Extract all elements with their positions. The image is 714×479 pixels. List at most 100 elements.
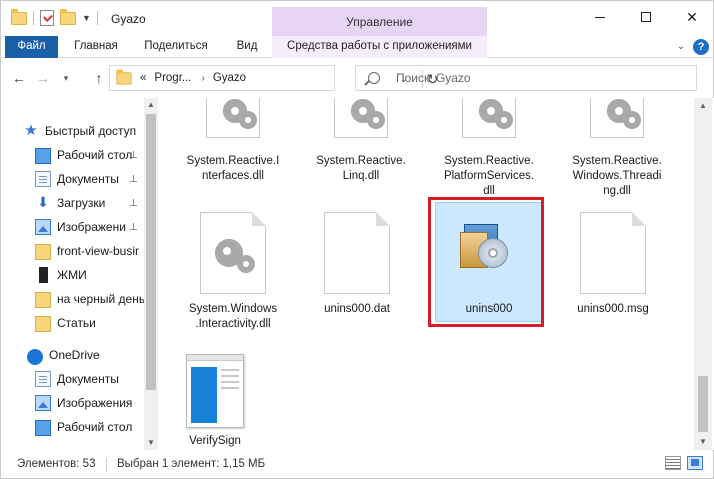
tab-home[interactable]: Главная [63, 36, 129, 58]
documents-icon [35, 371, 51, 387]
dll-gear-icon [334, 98, 388, 138]
tab-application-tools[interactable]: Средства работы с приложениями [272, 36, 487, 58]
toolbar-divider [96, 11, 98, 25]
sidebar-item-zhmi[interactable]: ЖМИ [35, 264, 87, 286]
desktop-icon [35, 420, 51, 436]
maximize-button[interactable] [623, 1, 669, 33]
pin-icon: ⊥ [129, 222, 138, 233]
sidebar-item-label: OneDrive [49, 348, 100, 362]
file-item[interactable]: unins000.msg [558, 206, 668, 336]
file-item[interactable]: VerifySign [160, 348, 270, 450]
sidebar-scrollbar[interactable]: ▲ ▼ [144, 98, 158, 450]
search-input[interactable] [396, 71, 656, 85]
sidebar-item-label: Быстрый доступ [45, 124, 137, 138]
file-item[interactable]: unins000.dat [302, 206, 412, 336]
recent-locations-button[interactable]: ▾ [56, 68, 76, 88]
search-box[interactable] [355, 65, 697, 91]
dll-gear-icon [200, 212, 266, 294]
new-folder-icon[interactable] [60, 8, 76, 25]
large-icons-view-icon[interactable] [687, 456, 703, 470]
documents-icon [35, 171, 51, 187]
sidebar-item-quick-access[interactable]: ★ Быстрый доступ [23, 120, 136, 142]
toolbar-divider [33, 11, 34, 25]
scroll-up-icon[interactable]: ▲ [694, 98, 712, 114]
pictures-icon [35, 395, 51, 411]
folder-icon [116, 68, 132, 85]
breadcrumb-separator[interactable]: › [201, 73, 204, 84]
sidebar-item-pictures[interactable]: Изображени [35, 216, 126, 238]
title-bar: ▼ Gyazo Управление ✕ [0, 0, 714, 37]
sidebar-item-onedrive-pictures[interactable]: Изображения [35, 392, 132, 414]
file-name: VerifySign [189, 435, 241, 447]
item-count: Элементов: 53 [17, 458, 96, 470]
scrollbar-thumb[interactable] [146, 114, 156, 390]
back-button[interactable]: ← [9, 68, 29, 88]
navigation-bar: ← → ▾ ↑ « Progr... › Gyazo ⌄ ↻ [0, 58, 714, 98]
file-item[interactable]: System.Reactive.I nterfaces.dll [178, 98, 288, 198]
file-name: unins000.msg [577, 303, 649, 315]
expand-ribbon-icon[interactable]: ⌄ [673, 39, 689, 55]
search-icon [368, 72, 380, 84]
sidebar-item-documents[interactable]: Документы [35, 168, 119, 190]
scrollbar-thumb[interactable] [698, 376, 708, 432]
file-name: System.Reactive. PlatformServices. dll [443, 155, 535, 197]
sidebar-item-label: Рабочий стол [57, 420, 133, 434]
sidebar-item-downloads[interactable]: ⬇ Загрузки [35, 192, 105, 214]
sidebar-item-front-view[interactable]: front-view-busir [35, 240, 139, 262]
minimize-icon [595, 16, 605, 18]
sidebar-item-label: Документы [57, 372, 119, 386]
folder-icon [11, 8, 27, 25]
ribbon-tabs: Файл Главная Поделиться Вид Средства раб… [0, 36, 714, 58]
tab-view[interactable]: Вид [227, 36, 267, 58]
sidebar-item-label: Изображения [57, 396, 133, 410]
sidebar-item-label: front-view-busir [57, 244, 140, 258]
maximize-icon [641, 12, 651, 22]
scroll-up-icon[interactable]: ▲ [144, 98, 158, 112]
help-icon[interactable]: ? [693, 39, 709, 55]
close-button[interactable]: ✕ [669, 1, 714, 33]
file-item[interactable]: System.Reactive. Windows.Threadi ng.dll [562, 98, 672, 198]
content-scrollbar[interactable]: ▲ ▼ [694, 98, 712, 450]
cloud-icon [27, 349, 43, 365]
forward-button[interactable]: → [33, 68, 53, 88]
scroll-down-icon[interactable]: ▼ [144, 436, 158, 450]
file-item[interactable]: System.Reactive. Linq.dll [306, 98, 416, 198]
breadcrumb-item[interactable]: Progr... [154, 72, 191, 84]
file-list: System.Reactive.I nterfaces.dll System.R… [158, 98, 694, 450]
sidebar-item-onedrive-desktop[interactable]: Рабочий стол [35, 416, 132, 438]
tab-file[interactable]: Файл [5, 36, 58, 58]
dll-gear-icon [590, 98, 644, 138]
breadcrumb-item[interactable]: Gyazo [213, 72, 246, 84]
selection-info: Выбран 1 элемент: 1,15 МБ [117, 458, 266, 470]
bookmark-icon [39, 267, 48, 283]
context-tab-header: Управление [272, 7, 487, 37]
folder-icon [35, 244, 51, 260]
up-button[interactable]: ↑ [89, 68, 109, 88]
pictures-icon [35, 219, 51, 235]
close-icon: ✕ [686, 8, 698, 25]
sidebar-item-onedrive-documents[interactable]: Документы [35, 368, 119, 390]
tab-share[interactable]: Поделиться [137, 36, 215, 58]
details-view-icon[interactable] [665, 456, 681, 470]
sidebar-item-black-day[interactable]: на черный день [35, 288, 145, 310]
folder-icon [35, 292, 51, 308]
file-item[interactable]: System.Reactive. PlatformServices. dll [434, 98, 544, 198]
quick-access-toolbar: ▼ [11, 8, 98, 26]
minimize-button[interactable] [577, 1, 623, 33]
scroll-down-icon[interactable]: ▼ [694, 434, 712, 450]
address-bar[interactable]: « Progr... › Gyazo ⌄ ↻ [109, 65, 438, 91]
pin-icon: ⊥ [129, 198, 138, 209]
folder-icon [35, 316, 51, 332]
status-bar: Элементов: 53 Выбран 1 элемент: 1,15 МБ [0, 450, 714, 479]
window-title: Gyazo [111, 12, 146, 26]
breadcrumb-overflow[interactable]: « [140, 72, 146, 84]
customize-toolbar-icon[interactable]: ▼ [82, 13, 91, 23]
properties-icon[interactable] [40, 10, 54, 26]
desktop-icon [35, 148, 51, 164]
file-item[interactable]: System.Windows .Interactivity.dll [178, 206, 288, 336]
status-divider [106, 458, 107, 472]
setup-icon [458, 218, 514, 276]
sidebar-item-desktop[interactable]: Рабочий стол [35, 144, 132, 166]
sidebar-item-onedrive[interactable]: OneDrive [27, 344, 100, 366]
sidebar-item-articles[interactable]: Статьи [35, 312, 96, 334]
